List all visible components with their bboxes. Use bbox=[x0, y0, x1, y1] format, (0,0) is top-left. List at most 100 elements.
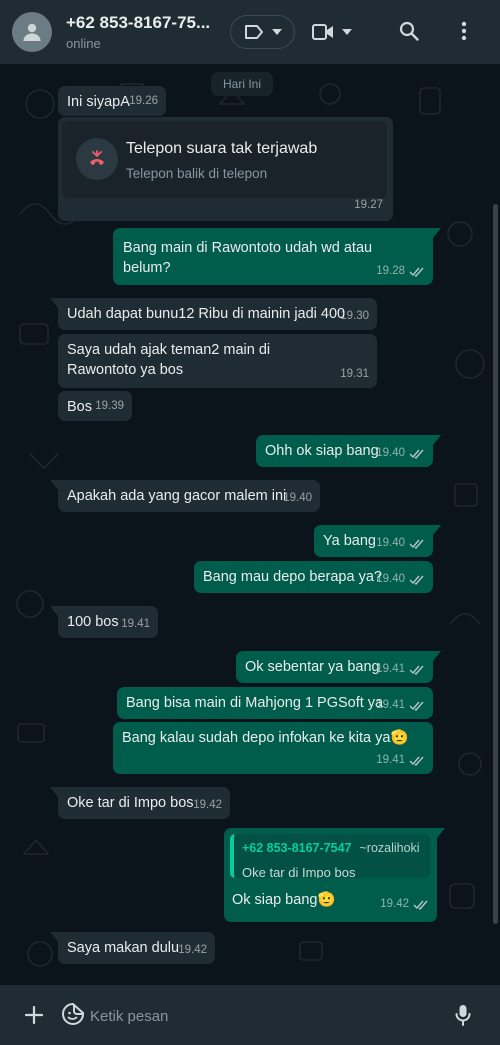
message-text: Saya makan dulu bbox=[67, 940, 180, 956]
message-time: 19.40 bbox=[376, 537, 405, 549]
message-text: Bang bisa main di Mahjong 1 PGSoft ya bbox=[126, 695, 384, 711]
message-body: Ok siap bang🫡 bbox=[232, 890, 336, 910]
quoted-message[interactable]: +62 853-8167-7547 ~rozalihoki Oke tar di… bbox=[230, 834, 430, 878]
message-meta: 19.40 bbox=[376, 533, 425, 553]
double-check-icon bbox=[409, 756, 424, 766]
contact-name: +62 853-8167-75... bbox=[66, 13, 211, 32]
message-input[interactable] bbox=[90, 1001, 430, 1031]
message-time: 19.40 bbox=[283, 492, 312, 504]
message-text: Bos bbox=[67, 399, 92, 415]
date-divider: Hari Ini bbox=[211, 72, 273, 96]
message-meta: 19.41 bbox=[376, 695, 425, 715]
label-button[interactable] bbox=[230, 15, 295, 49]
message-incoming[interactable]: Saya udah ajak teman2 main di Rawontoto … bbox=[58, 334, 377, 388]
message-text: 100 bos bbox=[67, 614, 119, 630]
attach-button[interactable] bbox=[22, 1003, 46, 1027]
double-check-icon bbox=[409, 449, 424, 459]
message-text: Bang mau depo berapa ya? bbox=[203, 569, 382, 585]
message-meta: 19.40 bbox=[376, 443, 425, 463]
message-meta: 19.40 bbox=[376, 569, 425, 589]
message-incoming[interactable]: Saya makan dulu 19.42 bbox=[50, 932, 215, 964]
double-check-icon bbox=[409, 665, 424, 675]
missed-call-bubble[interactable]: Telepon suara tak terjawab Telepon balik… bbox=[58, 117, 393, 221]
avatar[interactable] bbox=[12, 12, 52, 52]
message-text: Ini siyapA bbox=[67, 94, 130, 110]
chat-header: +62 853-8167-75... online bbox=[0, 0, 500, 64]
message-meta: 19.30 bbox=[340, 306, 369, 326]
message-incoming[interactable]: 100 bos 19.41 bbox=[50, 606, 158, 638]
message-text: Oke tar di Impo bos bbox=[67, 795, 194, 811]
message-time: 19.41 bbox=[376, 699, 405, 711]
message-time: 19.42 bbox=[193, 799, 222, 811]
message-time: 19.31 bbox=[340, 368, 369, 380]
missed-call-card[interactable]: Telepon suara tak terjawab Telepon balik… bbox=[62, 121, 387, 198]
missed-call-icon bbox=[76, 138, 118, 180]
message-time: 19.26 bbox=[129, 95, 158, 107]
message-meta: 19.41 bbox=[376, 750, 425, 770]
menu-button[interactable] bbox=[452, 18, 476, 44]
message-meta: 19.27 bbox=[354, 195, 383, 215]
message-meta: 19.31 bbox=[340, 364, 369, 384]
contact-info[interactable]: +62 853-8167-75... online bbox=[66, 13, 216, 51]
message-text: Ya bang bbox=[323, 533, 376, 549]
call-subtitle: Telepon balik di telepon bbox=[126, 166, 268, 181]
message-outgoing[interactable]: Bang mau depo berapa ya? 19.40 bbox=[194, 561, 433, 593]
message-text: Udah dapat bunu12 Ribu di mainin jadi 40… bbox=[67, 306, 346, 322]
message-text: Apakah ada yang gacor malem ini bbox=[67, 488, 287, 504]
message-meta: 19.26 bbox=[129, 91, 158, 111]
message-outgoing[interactable]: Ok sebentar ya bang 19.41 bbox=[236, 651, 441, 683]
message-meta: 19.40 bbox=[283, 488, 312, 508]
message-incoming[interactable]: Bos 19.39 bbox=[58, 391, 132, 421]
search-button[interactable] bbox=[396, 18, 422, 44]
message-incoming[interactable]: Udah dapat bunu12 Ribu di mainin jadi 40… bbox=[50, 298, 377, 330]
message-meta: 19.42 bbox=[380, 894, 429, 914]
message-meta: 19.41 bbox=[376, 659, 425, 679]
message-meta: 19.28 bbox=[376, 261, 425, 281]
quote-pushname: ~rozalihoki bbox=[359, 841, 420, 855]
message-time: 19.39 bbox=[95, 400, 124, 412]
double-check-icon bbox=[413, 900, 428, 910]
message-time: 19.41 bbox=[376, 663, 405, 675]
double-check-icon bbox=[409, 539, 424, 549]
message-time: 19.40 bbox=[376, 573, 405, 585]
double-check-icon bbox=[409, 267, 424, 277]
message-text: Bang kalau sudah depo infokan ke kita ya bbox=[122, 730, 391, 746]
message-text: Ohh ok siap bang bbox=[265, 443, 379, 459]
person-icon bbox=[23, 23, 41, 41]
message-meta: 19.39 bbox=[95, 396, 124, 416]
message-time: 19.42 bbox=[380, 898, 409, 910]
message-outgoing[interactable]: Ohh ok siap bang 19.40 bbox=[256, 435, 441, 467]
message-outgoing-reply[interactable]: +62 853-8167-7547 ~rozalihoki Oke tar di… bbox=[224, 828, 445, 922]
message-meta: 19.42 bbox=[193, 795, 222, 815]
video-call-button[interactable] bbox=[312, 17, 352, 47]
message-time: 19.42 bbox=[178, 944, 207, 956]
voice-message-button[interactable] bbox=[451, 1002, 475, 1028]
message-meta: 19.41 bbox=[121, 614, 150, 634]
message-incoming[interactable]: Oke tar di Impo bos 19.42 bbox=[50, 787, 230, 819]
message-list[interactable]: Hari Ini Ini siyapA 19.26 Telepon suara … bbox=[0, 64, 500, 985]
message-incoming[interactable]: Ini siyapA 19.26 bbox=[58, 86, 166, 116]
composer-bar bbox=[0, 985, 500, 1045]
quote-text: Oke tar di Impo bos bbox=[242, 865, 356, 878]
message-time: 19.41 bbox=[121, 618, 150, 630]
message-incoming[interactable]: Apakah ada yang gacor malem ini 19.40 bbox=[50, 480, 320, 512]
scrollbar[interactable] bbox=[493, 204, 498, 924]
message-meta: 19.42 bbox=[178, 940, 207, 960]
message-time: 19.27 bbox=[354, 199, 383, 211]
mic-icon bbox=[455, 1005, 471, 1026]
contact-status: online bbox=[66, 36, 101, 51]
chevron-down-icon bbox=[342, 29, 352, 35]
message-outgoing[interactable]: Bang kalau sudah depo infokan ke kita ya… bbox=[113, 722, 433, 774]
message-text: Bang main di Rawontoto udah wd atau belu… bbox=[123, 240, 373, 276]
message-outgoing[interactable]: Ya bang 19.40 bbox=[314, 525, 441, 557]
chevron-down-icon bbox=[271, 29, 282, 35]
double-check-icon bbox=[409, 701, 424, 711]
message-text: Ok sebentar ya bang bbox=[245, 659, 380, 675]
message-outgoing[interactable]: Bang bisa main di Mahjong 1 PGSoft ya 19… bbox=[117, 687, 433, 719]
quote-author: +62 853-8167-7547 bbox=[242, 841, 352, 855]
double-check-icon bbox=[409, 575, 424, 585]
menu-dots-icon bbox=[461, 21, 467, 41]
sticker-button[interactable] bbox=[60, 1001, 86, 1027]
sticker-icon bbox=[62, 1002, 84, 1025]
message-outgoing[interactable]: Bang main di Rawontoto udah wd atau belu… bbox=[113, 228, 441, 285]
